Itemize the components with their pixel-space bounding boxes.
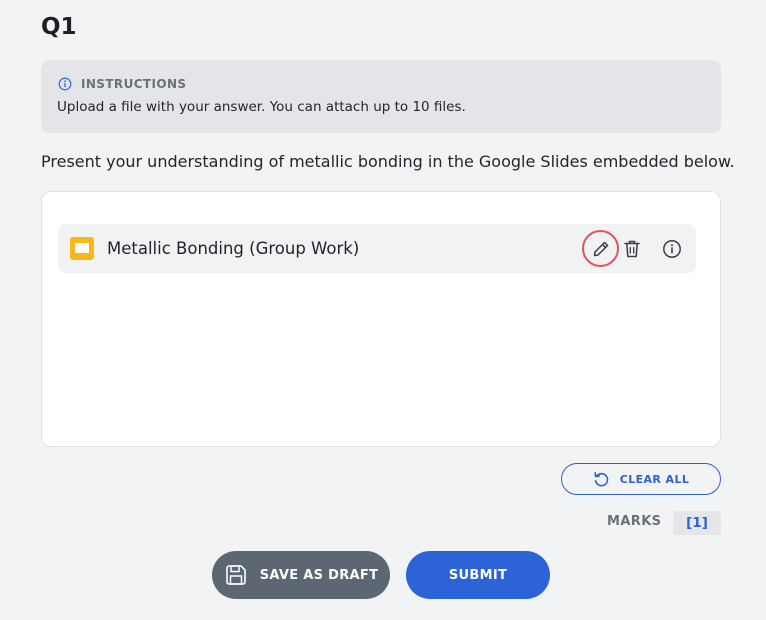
attachment-item[interactable]: Metallic Bonding (Group Work) xyxy=(58,224,696,273)
save-as-draft-button[interactable]: SAVE AS DRAFT xyxy=(212,551,390,599)
marks-label: MARKS xyxy=(607,514,662,529)
save-icon xyxy=(225,565,246,585)
trash-icon xyxy=(624,240,640,258)
attachment-name[interactable]: Metallic Bonding (Group Work) xyxy=(107,239,359,258)
instructions-label: INSTRUCTIONS xyxy=(81,77,187,91)
delete-attachment-button[interactable] xyxy=(622,238,642,260)
edit-attachment-button[interactable] xyxy=(582,230,619,267)
attachment-info-button[interactable] xyxy=(661,238,683,260)
clear-all-label: CLEAR ALL xyxy=(619,472,690,486)
instructions-panel: INSTRUCTIONS Upload a file with your ans… xyxy=(41,60,721,133)
instructions-text: Upload a file with your answer. You can … xyxy=(57,99,466,115)
pencil-icon xyxy=(593,241,608,256)
clear-all-button[interactable]: CLEAR ALL xyxy=(561,463,721,495)
google-slides-icon xyxy=(70,237,94,260)
question-title: Q1 xyxy=(41,14,77,40)
info-icon xyxy=(58,77,72,91)
submit-button[interactable]: SUBMIT xyxy=(406,551,550,599)
save-as-draft-label: SAVE AS DRAFT xyxy=(259,567,379,583)
question-prompt: Present your understanding of metallic b… xyxy=(41,152,735,171)
submit-label: SUBMIT xyxy=(448,567,508,583)
info-icon xyxy=(663,240,681,258)
instructions-header: INSTRUCTIONS xyxy=(58,77,186,91)
undo-icon xyxy=(594,471,609,486)
marks-value: [1] xyxy=(673,511,721,535)
attachment-area: Metallic Bonding (Group Work) xyxy=(41,191,721,447)
